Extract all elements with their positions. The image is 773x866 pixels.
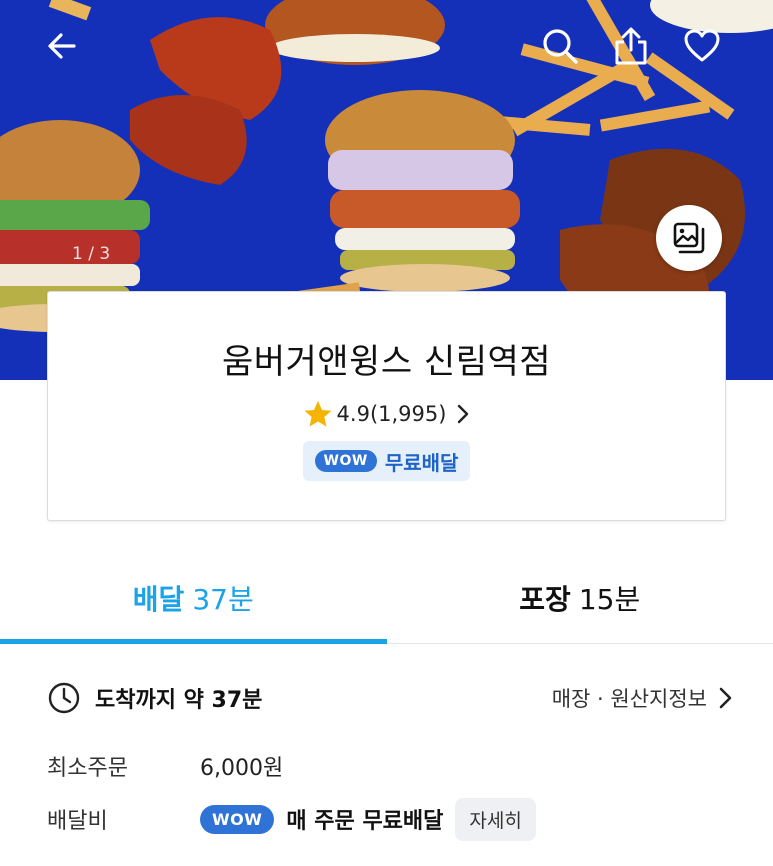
active-tab-indicator (0, 639, 387, 644)
details-button[interactable]: 자세히 (455, 797, 536, 841)
gallery-icon (673, 222, 705, 254)
favorite-button[interactable] (676, 20, 728, 72)
min-order-label: 최소주문 (47, 756, 128, 781)
search-icon (543, 29, 578, 64)
tab-delivery[interactable]: 배달 37분 (0, 548, 387, 643)
share-button[interactable] (605, 20, 657, 72)
delivery-fee-label: 배달비 (47, 809, 108, 834)
free-delivery-label: 무료배달 (384, 450, 459, 475)
wow-badge: WOW (200, 804, 275, 834)
free-delivery-badge: WOW 무료배달 (302, 441, 471, 481)
search-button[interactable] (534, 20, 586, 72)
arrival-time: 도착까지 약 37분 (47, 681, 262, 715)
arrival-label: 도착까지 약 37분 (95, 688, 263, 713)
star-icon (304, 401, 332, 427)
tab-pickup[interactable]: 포장 15분 (387, 548, 773, 643)
tab-pickup-time: 15분 (578, 583, 641, 616)
arrow-left-icon (48, 33, 76, 59)
wow-badge: WOW (314, 450, 377, 472)
tab-delivery-label: 배달 (132, 583, 185, 616)
share-icon (615, 27, 647, 65)
rating-link[interactable]: 4.9(1,995) (48, 399, 725, 429)
image-counter: 1 / 3 (72, 244, 111, 264)
min-order-value: 6,000원 (200, 756, 284, 781)
gallery-button[interactable] (656, 205, 722, 271)
heart-icon (684, 29, 720, 62)
clock-icon (48, 682, 80, 714)
store-info-card: 움버거앤윙스 신림역점 4.9(1,995) WOW 무료배달 (47, 291, 726, 521)
back-button[interactable] (36, 20, 88, 72)
tab-pickup-label: 포장 (519, 583, 571, 616)
store-origin-info-label: 매장 · 원산지정보 (551, 687, 707, 711)
delivery-fee-value: 매 주문 무료배달 (286, 809, 444, 834)
order-type-tabs: 배달 37분 포장 15분 (0, 548, 773, 644)
tab-delivery-time: 37분 (192, 583, 254, 616)
rating-value: 4.9(1,995) (336, 402, 447, 426)
chevron-right-icon (458, 404, 469, 424)
chevron-right-icon (719, 687, 732, 709)
store-name: 움버거앤윙스 신림역점 (221, 342, 552, 382)
min-order-row: 최소주문 6,000원 (47, 748, 733, 784)
arrival-row: 도착까지 약 37분 매장 · 원산지정보 (47, 678, 733, 718)
store-origin-info-link[interactable]: 매장 · 원산지정보 (552, 683, 733, 713)
delivery-fee-row: 배달비 WOW 매 주문 무료배달 자세히 (47, 796, 733, 842)
